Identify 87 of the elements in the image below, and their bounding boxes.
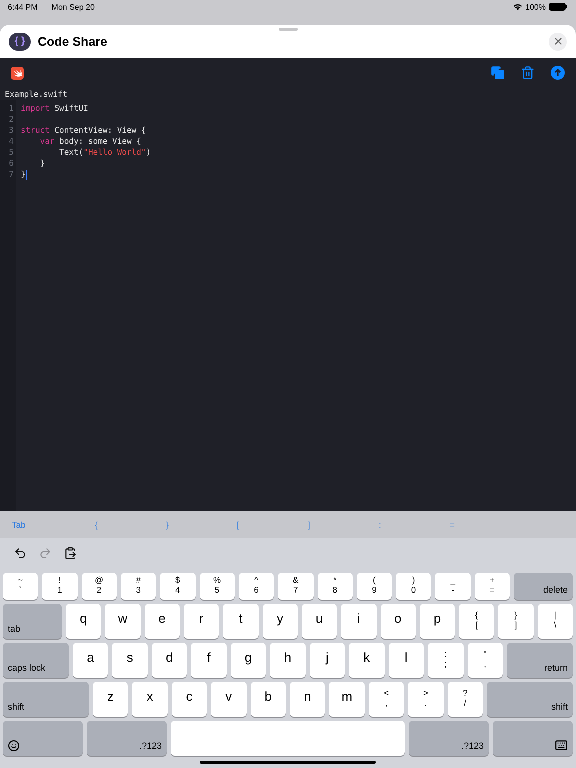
keyboard-key[interactable]: | \ <box>538 604 574 639</box>
undo-icon[interactable] <box>14 547 27 560</box>
keyboard-key[interactable]: a <box>73 643 108 678</box>
upload-icon[interactable] <box>551 66 565 80</box>
keyboard-key[interactable]: s <box>112 643 148 678</box>
line-number: 6 <box>8 158 15 169</box>
keyboard-key[interactable]: i <box>341 604 376 639</box>
sheet-title: Code Share <box>38 34 108 48</box>
smiley-icon <box>8 740 20 752</box>
keyboard-key[interactable]: b <box>250 682 286 717</box>
keyboard-key[interactable]: { [ <box>459 604 494 639</box>
function-key[interactable]: .?123 <box>409 721 489 756</box>
keyboard-key[interactable]: ~ ` <box>3 573 38 600</box>
code-line: Text("Hello World") <box>58 147 152 158</box>
keyboard-key[interactable]: ( 9 <box>356 573 392 600</box>
wifi-icon <box>512 3 523 11</box>
swift-logo-icon <box>11 66 24 80</box>
keyboard-key[interactable]: _ - <box>435 573 471 600</box>
keyboard-key[interactable]: > . <box>408 682 444 717</box>
keyboard-key[interactable]: u <box>302 604 338 639</box>
line-number: 3 <box>8 125 15 136</box>
keyboard-key[interactable]: q <box>66 604 102 639</box>
keyboard-key[interactable]: m <box>329 682 365 717</box>
keyboard-key[interactable]: @ 2 <box>82 573 117 600</box>
code-line: } <box>39 158 46 169</box>
code-line: var body: some View { <box>39 136 142 147</box>
line-number: 2 <box>8 114 15 125</box>
keyboard-key[interactable]: x <box>132 682 168 717</box>
keyboard-key[interactable]: f <box>191 643 227 678</box>
keyboard-key[interactable]: * 8 <box>318 573 353 600</box>
keyboard-key[interactable]: ! 1 <box>42 573 78 600</box>
function-key[interactable]: delete <box>514 573 574 600</box>
function-key[interactable]: shift <box>487 682 574 717</box>
keyboard-key[interactable]: t <box>223 604 259 639</box>
keyboard-key[interactable]: y <box>262 604 298 639</box>
keyboard-key[interactable]: : ; <box>428 643 464 678</box>
keyboard-key[interactable]: v <box>211 682 247 717</box>
keyboard-key[interactable]: e <box>144 604 180 639</box>
keyboard-key[interactable]: k <box>349 643 385 678</box>
status-date: Mon Sep 20 <box>52 3 95 13</box>
keyboard-key[interactable]: ^ 6 <box>238 573 274 600</box>
line-number: 7 <box>8 169 15 180</box>
keyboard-key[interactable]: ? / <box>448 682 484 717</box>
keyboard-key[interactable]: g <box>230 643 266 678</box>
keyboard-key[interactable]: # 3 <box>120 573 156 600</box>
keyboard-key[interactable]: h <box>270 643 306 678</box>
close-button[interactable] <box>549 32 567 50</box>
battery-percentage: 100% <box>526 3 546 13</box>
code-line: struct ContentView: View { <box>21 125 146 136</box>
line-number: 4 <box>8 136 15 147</box>
status-time: 6:44 PM <box>8 3 38 13</box>
keyboard-key[interactable]: < , <box>368 682 404 717</box>
function-key[interactable]: .?123 <box>87 721 167 756</box>
function-key[interactable]: tab <box>3 604 62 639</box>
function-key[interactable]: shift <box>3 682 89 717</box>
keyboard-key[interactable]: $ 4 <box>160 573 196 600</box>
keyboard-key[interactable]: & 7 <box>278 573 314 600</box>
trash-icon[interactable] <box>521 66 535 80</box>
file-name: Example.swift <box>4 89 69 100</box>
keyboard-key[interactable]: ) 0 <box>396 573 432 600</box>
close-icon <box>552 36 564 47</box>
keyboard-key[interactable]: o <box>380 604 416 639</box>
keyboard-key[interactable]: d <box>152 643 188 678</box>
keyboard-key[interactable]: c <box>172 682 208 717</box>
keyboard-key[interactable]: n <box>290 682 326 717</box>
keyboard-key[interactable]: l <box>388 643 424 678</box>
keyboard-key[interactable]: j <box>310 643 346 678</box>
keyboard-key[interactable]: r <box>184 604 220 639</box>
keyboard-icon <box>555 739 568 752</box>
function-key[interactable]: return <box>506 643 573 678</box>
line-number: 1 <box>8 103 15 114</box>
app-icon: { } <box>9 32 31 50</box>
clipboard-icon[interactable] <box>64 547 77 560</box>
keyboard-key[interactable]: p <box>420 604 456 639</box>
keyboard-key[interactable]: " , <box>468 643 503 678</box>
keyboard-key[interactable]: z <box>93 682 128 717</box>
keyboard-key[interactable]: w <box>105 604 141 639</box>
keyboard-key[interactable]: + = <box>474 573 510 600</box>
copy-icon[interactable] <box>491 66 505 80</box>
battery-icon <box>549 3 568 11</box>
code-line: import SwiftUI <box>21 103 88 114</box>
function-key[interactable]: caps lock <box>3 643 69 678</box>
hide-keyboard-key[interactable] <box>493 721 573 756</box>
code-line: } <box>21 169 26 180</box>
line-number: 5 <box>8 147 15 158</box>
keyboard-key[interactable]: % 5 <box>200 573 235 600</box>
keyboard-key[interactable]: } ] <box>498 604 534 639</box>
